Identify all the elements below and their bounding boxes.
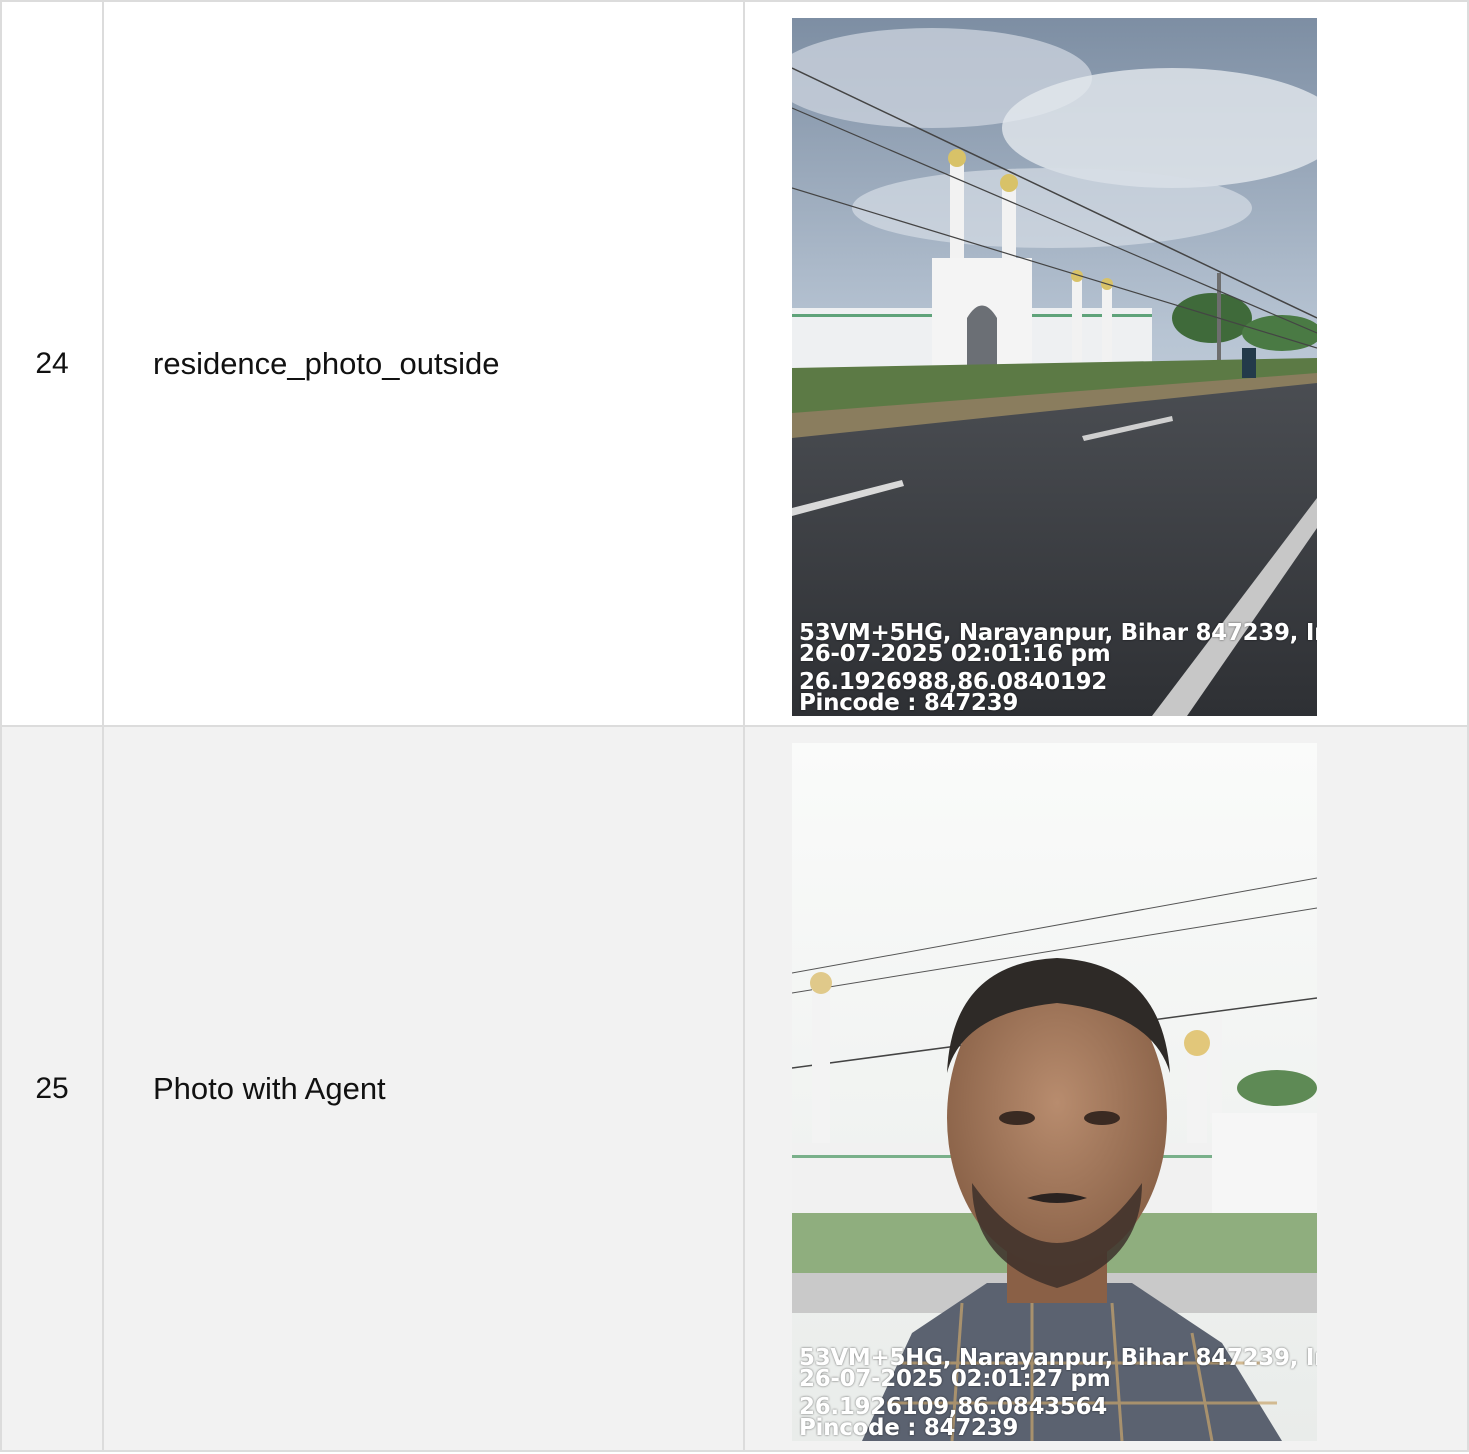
geotag-pincode: Pincode : 847239: [799, 690, 1019, 716]
photo-geotag-overlay: 53VM+5HG, Narayanpur, Bihar 847239, Indi…: [799, 1347, 1317, 1441]
row-label: residence_photo_outside: [102, 0, 745, 727]
row-number: 24: [0, 0, 104, 727]
row-label: Photo with Agent: [102, 725, 745, 1452]
geotag-datetime: 26-07-2025 02:01:27 pm: [799, 1366, 1111, 1392]
residence-photo-image: [792, 18, 1317, 716]
photo-geotag-overlay: 53VM+5HG, Narayanpur, Bihar 847239, Indi…: [799, 622, 1317, 716]
table-row: 25 Photo with Agent 53VM+5HG, Narayanpur…: [0, 725, 1469, 1452]
agent-photo[interactable]: 53VM+5HG, Narayanpur, Bihar 847239, Indi…: [792, 743, 1317, 1441]
agent-photo-image: [792, 743, 1317, 1441]
photo-cell: 53VM+5HG, Narayanpur, Bihar 847239, Indi…: [743, 0, 1469, 727]
table-row: 24 residence_photo_outside 53VM+5HG, Nar…: [0, 0, 1469, 727]
document-table: 24 residence_photo_outside 53VM+5HG, Nar…: [0, 0, 1469, 1452]
row-number: 25: [0, 725, 104, 1452]
photo-cell: 53VM+5HG, Narayanpur, Bihar 847239, Indi…: [743, 725, 1469, 1452]
geotag-pincode: Pincode : 847239: [799, 1415, 1019, 1441]
residence-photo[interactable]: 53VM+5HG, Narayanpur, Bihar 847239, Indi…: [792, 18, 1317, 716]
geotag-datetime: 26-07-2025 02:01:16 pm: [799, 641, 1111, 667]
